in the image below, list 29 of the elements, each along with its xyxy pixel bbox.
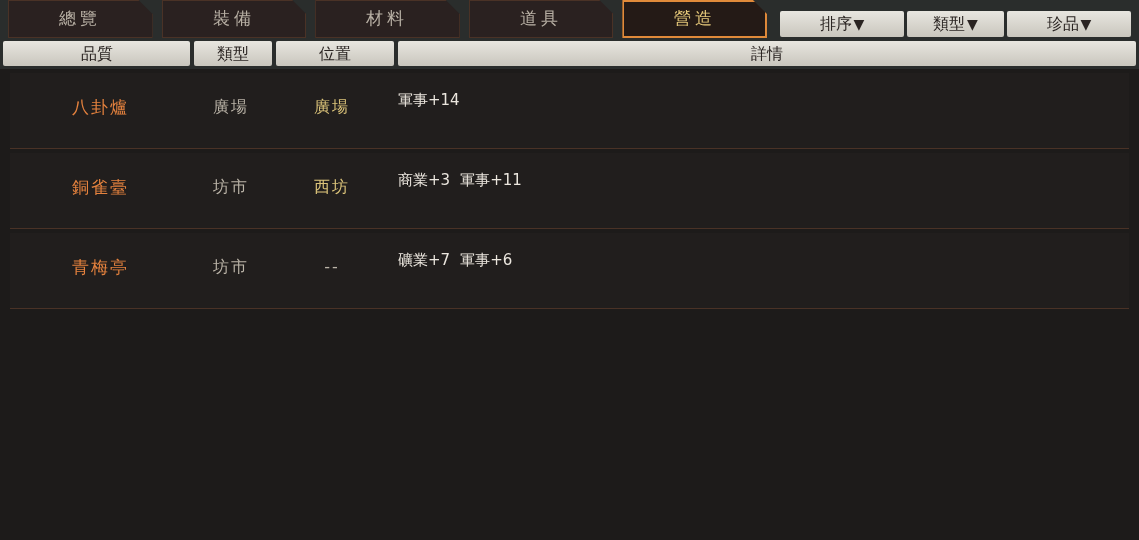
filter-dropdown[interactable]: 珍品▼ [1007,11,1131,37]
tab[interactable]: 總覽 [8,0,153,38]
item-location: 廣場 [314,96,350,118]
item-detail: 軍事+6 [460,250,513,271]
column-header[interactable]: 品質 [3,41,190,66]
item-type: 坊市 [213,256,249,278]
item-detail: 軍事+14 [398,90,460,111]
table-row[interactable]: 青梅亭 坊市 -- 礦業+7 軍事+6 [10,233,1129,309]
item-name: 八卦爐 [71,96,129,119]
tab[interactable]: 營造 [622,0,767,38]
filter-dropdown[interactable]: 類型▼ [907,11,1004,37]
tab[interactable]: 道具 [468,0,614,38]
tab[interactable]: 材料 [315,0,460,38]
item-detail: 商業+3 [398,170,451,191]
column-header[interactable]: 位置 [276,41,394,66]
item-type: 坊市 [213,176,249,198]
column-header[interactable]: 類型 [194,41,272,66]
table-row[interactable]: 銅雀臺 坊市 西坊 商業+3 軍事+11 [10,153,1129,229]
filter-dropdown[interactable]: 排序▼ [780,11,904,37]
item-location: -- [324,256,340,278]
item-detail: 軍事+11 [460,170,522,191]
item-type: 廣場 [213,96,249,118]
table-row[interactable]: 八卦爐 廣場 廣場 軍事+14 [10,73,1129,149]
item-detail: 礦業+7 [398,250,451,271]
column-header[interactable]: 詳情 [398,41,1136,66]
item-name: 青梅亭 [71,256,129,279]
item-location: 西坊 [314,176,350,198]
item-name: 銅雀臺 [71,176,129,199]
tab[interactable]: 裝備 [161,0,307,38]
